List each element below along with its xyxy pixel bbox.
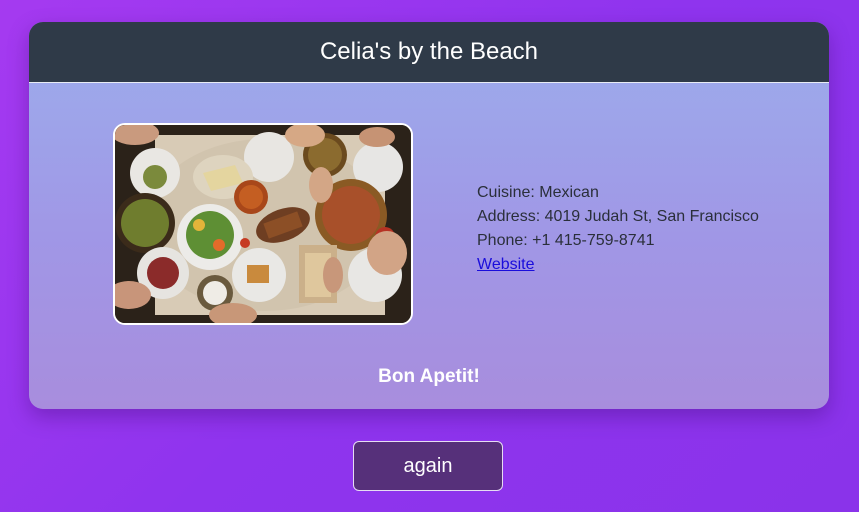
website-link[interactable]: Website	[477, 256, 535, 273]
restaurant-name: Celia's by the Beach	[319, 38, 539, 65]
website-row: Website	[477, 253, 759, 277]
greeting-text: Bon Apetit!	[378, 366, 480, 387]
restaurant-photo	[113, 123, 413, 325]
cuisine-label: Cuisine:	[477, 184, 535, 201]
cuisine-value: Mexican	[539, 184, 599, 201]
cuisine-row: Cuisine: Mexican	[477, 181, 759, 205]
address-value: 4019 Judah St, San Francisco	[544, 208, 759, 225]
address-label: Address:	[477, 208, 541, 225]
card-header: Celia's by the Beach	[29, 22, 829, 83]
phone-value: +1 415-759-8741	[532, 232, 655, 249]
again-button[interactable]: again	[353, 441, 503, 491]
phone-row: Phone: +1 415-759-8741	[477, 229, 759, 253]
address-row: Address: 4019 Judah St, San Francisco	[477, 205, 759, 229]
restaurant-card: Celia's by the Beach Cuisine: Mexican Ad…	[29, 22, 829, 409]
restaurant-details: Cuisine: Mexican Address: 4019 Judah St,…	[477, 181, 759, 277]
phone-label: Phone:	[477, 232, 528, 249]
